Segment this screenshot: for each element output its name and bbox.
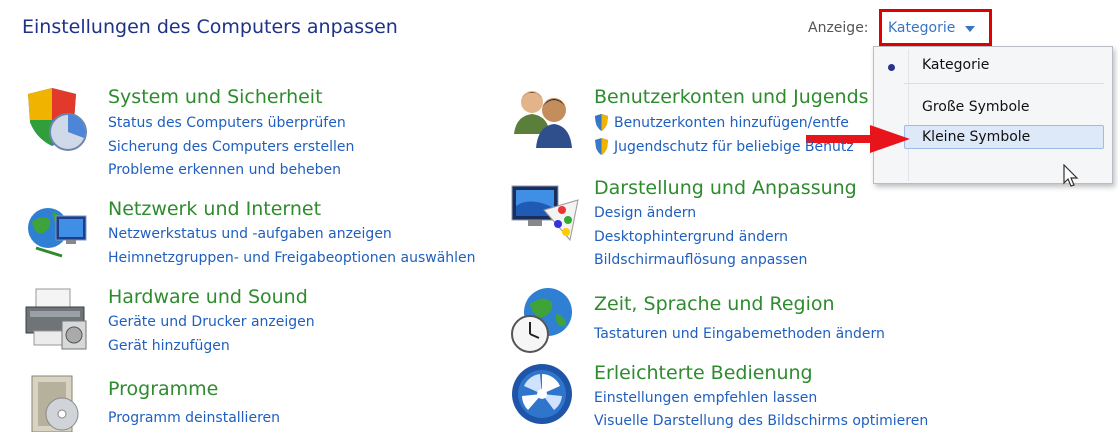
link-tastaturen[interactable]: Tastaturen und Eingabemethoden ändern xyxy=(594,326,885,342)
printer-icon[interactable] xyxy=(22,283,92,353)
link-benutzerkonten-hinzufuegen[interactable]: Benutzerkonten hinzufügen/entfe xyxy=(614,115,849,131)
uac-shield-icon xyxy=(595,138,608,155)
link-sicherung[interactable]: Sicherung des Computers erstellen xyxy=(108,139,354,155)
view-dropdown[interactable]: Kategorie xyxy=(888,20,955,36)
category-title-hardware[interactable]: Hardware und Sound xyxy=(108,286,308,308)
link-geraet-hinzufuegen[interactable]: Gerät hinzufügen xyxy=(108,338,230,354)
menu-separator xyxy=(904,83,1104,84)
page-title: Einstellungen des Computers anpassen xyxy=(22,16,398,38)
menu-item-kategorie[interactable]: Kategorie xyxy=(922,57,989,73)
link-heimnetzgruppen[interactable]: Heimnetzgruppen- und Freigabeoptionen au… xyxy=(108,250,476,266)
category-title-erleichterte-bedienung[interactable]: Erleichterte Bedienung xyxy=(594,362,813,384)
link-probleme[interactable]: Probleme erkennen und beheben xyxy=(108,162,341,178)
programs-icon[interactable] xyxy=(22,370,92,432)
ease-of-access-icon[interactable] xyxy=(510,362,574,426)
menu-item-grosse-symbole[interactable]: Große Symbole xyxy=(922,99,1030,115)
category-title-zeit-sprache[interactable]: Zeit, Sprache und Region xyxy=(594,293,835,315)
uac-shield-icon xyxy=(595,114,608,131)
menu-item-kleine-symbole[interactable]: Kleine Symbole xyxy=(922,129,1030,145)
clock-globe-icon[interactable] xyxy=(508,284,582,356)
link-geraete-drucker[interactable]: Geräte und Drucker anzeigen xyxy=(108,314,315,330)
display-icon[interactable] xyxy=(508,180,582,246)
menu-gutter xyxy=(908,49,909,181)
link-jugendschutz[interactable]: Jugendschutz für beliebige Benutz xyxy=(614,139,854,155)
category-title-benutzerkonten[interactable]: Benutzerkonten und Jugends xyxy=(594,86,869,108)
chevron-down-icon[interactable] xyxy=(965,26,975,32)
mouse-cursor-icon xyxy=(1063,164,1079,187)
link-netzwerkstatus[interactable]: Netzwerkstatus und -aufgaben anzeigen xyxy=(108,226,392,242)
red-arrow-icon xyxy=(866,125,910,153)
category-title-netzwerk[interactable]: Netzwerk und Internet xyxy=(108,198,321,220)
view-label: Anzeige: xyxy=(808,20,869,36)
link-design-aendern[interactable]: Design ändern xyxy=(594,205,696,221)
link-status-pruefen[interactable]: Status des Computers überprüfen xyxy=(108,115,346,131)
category-title-programme[interactable]: Programme xyxy=(108,378,218,400)
link-visuelle-darstellung[interactable]: Visuelle Darstellung des Bildschirms opt… xyxy=(594,413,928,429)
link-desktophintergrund[interactable]: Desktophintergrund ändern xyxy=(594,229,788,245)
link-programm-deinstallieren[interactable]: Programm deinstallieren xyxy=(108,410,280,426)
shield-chart-icon[interactable] xyxy=(22,86,92,152)
globe-network-icon[interactable] xyxy=(22,198,92,264)
category-title-darstellung[interactable]: Darstellung und Anpassung xyxy=(594,177,857,199)
link-bildschirmaufloesung[interactable]: Bildschirmauflösung anpassen xyxy=(594,252,807,268)
link-einstellungen-empfehlen[interactable]: Einstellungen empfehlen lassen xyxy=(594,390,817,406)
users-icon[interactable] xyxy=(508,84,578,154)
category-title-system[interactable]: System und Sicherheit xyxy=(108,86,323,108)
radio-bullet-icon xyxy=(888,64,895,71)
